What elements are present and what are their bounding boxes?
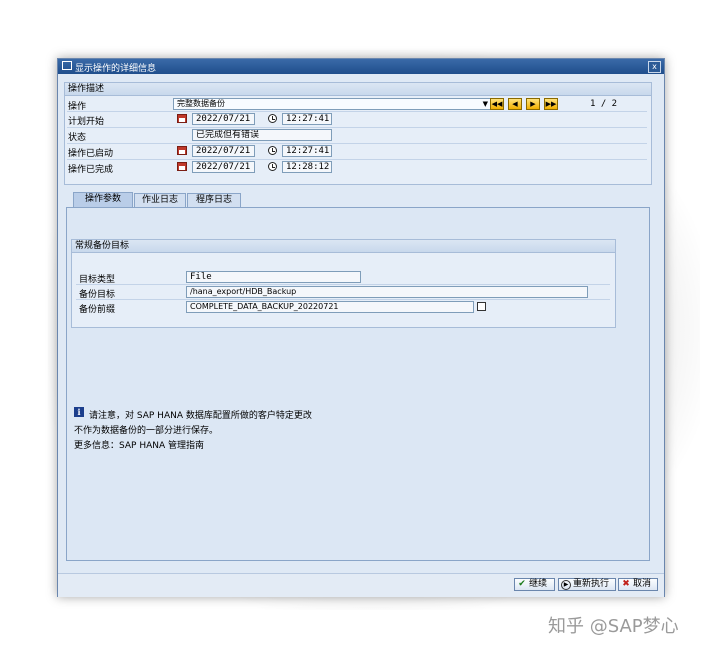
row-divider: [67, 159, 647, 160]
window-title: 显示操作的详细信息: [75, 64, 157, 74]
dialog-window: 显示操作的详细信息 x 操作描述 操作 完整数据备份 ▼ 计划开始 2022/0…: [57, 58, 665, 597]
continue-button[interactable]: ✔ 继续: [514, 578, 555, 591]
copy-icon[interactable]: [477, 302, 486, 311]
watermark: 知乎 @SAP梦心: [548, 616, 679, 637]
row-divider: [67, 143, 647, 144]
operation-label: 操作: [68, 102, 87, 112]
backup-target-field: /hana_export/HDB_Backup: [186, 286, 588, 298]
finished-label: 操作已完成: [68, 165, 114, 175]
cancel-icon: ✖: [622, 579, 630, 589]
started-label: 操作已启动: [68, 149, 114, 159]
page-indicator: 1 / 2: [590, 99, 618, 109]
planned-start-label: 计划开始: [68, 117, 105, 127]
clock-icon: [268, 146, 277, 155]
row-divider: [67, 111, 647, 112]
tab-program-log[interactable]: 程序日志: [187, 193, 241, 207]
rerun-button[interactable]: ▶ 重新执行: [558, 578, 616, 591]
notice-line-1: 请注意，对 SAP HANA 数据库配置所做的客户特定更改: [89, 411, 312, 421]
calendar-icon: [177, 162, 187, 171]
info-icon: i: [74, 407, 84, 417]
planned-start-date: 2022/07/21: [192, 113, 255, 125]
clock-icon: [268, 162, 277, 171]
target-type-field: File: [186, 271, 361, 283]
window-icon: [62, 61, 72, 70]
chevron-down-icon[interactable]: ▼: [483, 99, 488, 109]
notice-line-2: 不作为数据备份的一部分进行保存。: [74, 426, 219, 436]
rerun-label: 重新执行: [573, 579, 610, 589]
finished-time: 12:28:12: [282, 161, 332, 173]
operation-value: 完整数据备份: [177, 99, 225, 108]
row-divider: [76, 299, 610, 300]
notice-line-3: 更多信息：SAP HANA 管理指南: [74, 441, 204, 451]
tab-content-panel: 常规备份目标 目标类型 File 备份目标 /hana_export/HDB_B…: [66, 207, 650, 561]
backup-target-header: 常规备份目标: [72, 240, 615, 253]
calendar-icon: [177, 114, 187, 123]
row-divider: [76, 284, 610, 285]
finished-date: 2022/07/21: [192, 161, 255, 173]
backup-target-group: 常规备份目标 目标类型 File 备份目标 /hana_export/HDB_B…: [71, 239, 616, 328]
first-page-icon[interactable]: ◀◀: [490, 98, 504, 110]
cancel-label: 取消: [633, 579, 652, 589]
close-icon[interactable]: x: [648, 61, 661, 73]
tab-operation-params[interactable]: 操作参数: [73, 192, 133, 207]
last-page-icon[interactable]: ▶▶: [544, 98, 558, 110]
continue-label: 继续: [529, 579, 548, 589]
previous-page-icon[interactable]: ◀: [508, 98, 522, 110]
started-time: 12:27:41: [282, 145, 332, 157]
operation-dropdown[interactable]: 完整数据备份 ▼: [173, 98, 491, 110]
operation-description-group: 操作描述 操作 完整数据备份 ▼ 计划开始 2022/07/21 12:27:4…: [64, 82, 652, 185]
calendar-icon: [177, 146, 187, 155]
status-field: 已完成但有错误: [192, 129, 332, 141]
backup-prefix-label: 备份前缀: [79, 305, 116, 315]
rerun-icon: ▶: [561, 580, 571, 590]
next-page-icon[interactable]: ▶: [526, 98, 540, 110]
checkmark-icon: ✔: [518, 579, 526, 589]
backup-prefix-field: COMPLETE_DATA_BACKUP_20220721: [186, 301, 474, 313]
cancel-button[interactable]: ✖ 取消: [618, 578, 658, 591]
operation-description-header: 操作描述: [65, 83, 651, 96]
tab-job-log[interactable]: 作业日志: [134, 193, 186, 207]
title-bar: 显示操作的详细信息 x: [58, 59, 664, 74]
row-divider: [67, 127, 647, 128]
started-date: 2022/07/21: [192, 145, 255, 157]
planned-start-time: 12:27:41: [282, 113, 332, 125]
clock-icon: [268, 114, 277, 123]
status-label: 状态: [68, 133, 87, 143]
